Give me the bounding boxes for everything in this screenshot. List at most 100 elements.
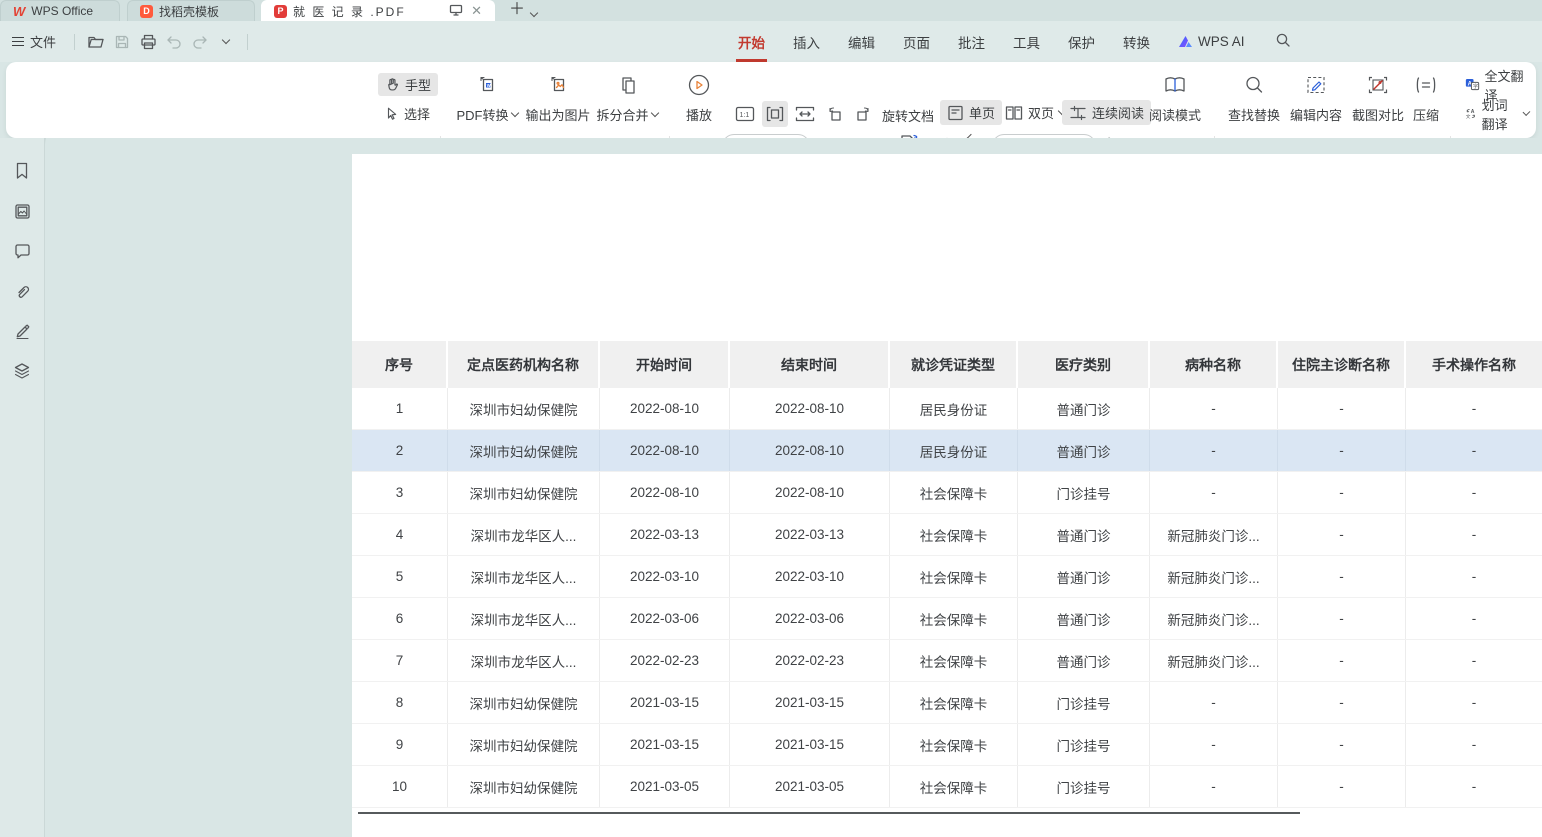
- table-cell: 社会保障卡: [890, 640, 1018, 681]
- column-header: 住院主诊断名称: [1278, 341, 1406, 388]
- menu-tab-wps-ai[interactable]: WPS AI: [1176, 30, 1247, 53]
- cursor-icon: [385, 106, 399, 121]
- compress-button[interactable]: 压缩: [1408, 72, 1444, 124]
- table-cell: 深圳市龙华区人...: [448, 640, 600, 681]
- find-replace-button[interactable]: 查找替换: [1224, 72, 1284, 124]
- table-cell: 新冠肺炎门诊...: [1150, 514, 1278, 555]
- read-mode-button[interactable]: 阅读模式: [1144, 72, 1206, 124]
- thumbnail-icon[interactable]: [11, 200, 33, 222]
- select-tool-label: 选择: [404, 104, 430, 123]
- table-cell: -: [1278, 514, 1406, 555]
- menu-tab-insert[interactable]: 插入: [791, 28, 822, 56]
- play-label: 播放: [686, 105, 712, 124]
- rotate-right-icon[interactable]: [850, 101, 876, 127]
- fit-page-icon[interactable]: [792, 101, 818, 127]
- table-cell: 门诊挂号: [1018, 682, 1150, 723]
- menu-tab-home[interactable]: 开始: [736, 28, 767, 56]
- document-area: 序号定点医药机构名称开始时间结束时间就诊凭证类型医疗类别病种名称住院主诊断名称手…: [46, 138, 1542, 837]
- table-cell: 2021-03-15: [730, 724, 890, 765]
- find-replace-icon: [1244, 72, 1264, 98]
- menu-tab-convert[interactable]: 转换: [1121, 28, 1152, 56]
- edit-content-label: 编辑内容: [1290, 105, 1342, 124]
- rotate-left-icon[interactable]: [822, 101, 848, 127]
- table-bottom-border: [358, 812, 1300, 814]
- table-cell: 2021-03-15: [730, 682, 890, 723]
- layers-icon[interactable]: [11, 360, 33, 382]
- tab-pdf-document[interactable]: P 就 医 记 录 .PDF ✕: [261, 0, 495, 21]
- table-cell: -: [1150, 472, 1278, 513]
- fit-width-icon[interactable]: [762, 101, 788, 127]
- file-menu-label: 文件: [30, 32, 56, 51]
- menu-tab-page[interactable]: 页面: [901, 28, 932, 56]
- monitor-icon[interactable]: [449, 4, 463, 19]
- svg-text:文: 文: [1466, 113, 1471, 120]
- bookmark-icon[interactable]: [11, 160, 33, 182]
- quickbar-more-chevron-icon[interactable]: [213, 30, 239, 54]
- pdf-convert-label: PDF转换: [456, 105, 508, 124]
- table-cell: -: [1278, 472, 1406, 513]
- undo-button[interactable]: [161, 30, 187, 54]
- hand-tool-button[interactable]: 手型: [378, 73, 438, 96]
- table-row: 10深圳市妇幼保健院2021-03-052021-03-05社会保障卡门诊挂号-…: [352, 766, 1542, 808]
- pdf-convert-icon: W: [476, 72, 498, 98]
- tab-wps-office[interactable]: W WPS Office: [0, 0, 120, 21]
- table-cell: -: [1278, 430, 1406, 471]
- rotate-document-label[interactable]: 旋转文档: [882, 106, 934, 125]
- signature-pen-icon[interactable]: [11, 320, 33, 342]
- full-text-translate-button[interactable]: A 字 全文翻译: [1458, 73, 1536, 96]
- table-cell: 社会保障卡: [890, 556, 1018, 597]
- table-cell: 新冠肺炎门诊...: [1150, 556, 1278, 597]
- table-cell: 2021-03-15: [600, 724, 730, 765]
- select-tool-button[interactable]: 选择: [378, 102, 437, 125]
- double-page-button[interactable]: 双页: [998, 100, 1072, 125]
- actual-size-icon[interactable]: 1:1: [732, 101, 758, 127]
- table-cell: 居民身份证: [890, 388, 1018, 429]
- single-page-label: 单页: [969, 103, 995, 122]
- pdf-page: 序号定点医药机构名称开始时间结束时间就诊凭证类型医疗类别病种名称住院主诊断名称手…: [352, 154, 1542, 837]
- table-cell: 普通门诊: [1018, 598, 1150, 639]
- export-image-button[interactable]: 输出为图片: [522, 72, 594, 124]
- word-translate-label: 划词翻译: [1482, 95, 1520, 133]
- comment-icon[interactable]: [11, 240, 33, 262]
- attachment-icon[interactable]: [11, 280, 33, 302]
- table-cell: 普通门诊: [1018, 640, 1150, 681]
- continuous-reading-button[interactable]: 连续阅读: [1062, 100, 1151, 125]
- table-cell: 2021-03-05: [730, 766, 890, 807]
- table-header-row: 序号定点医药机构名称开始时间结束时间就诊凭证类型医疗类别病种名称住院主诊断名称手…: [352, 341, 1542, 388]
- play-button[interactable]: 播放: [678, 72, 720, 124]
- close-tab-icon[interactable]: ✕: [471, 3, 482, 19]
- menu-tab-comment[interactable]: 批注: [956, 28, 987, 56]
- table-row: 4深圳市龙华区人...2022-03-132022-03-13社会保障卡普通门诊…: [352, 514, 1542, 556]
- split-merge-button[interactable]: 拆分合并: [592, 72, 662, 124]
- menu-tab-tools[interactable]: 工具: [1011, 28, 1042, 56]
- table-body: 1深圳市妇幼保健院2022-08-102022-08-10居民身份证普通门诊--…: [352, 388, 1542, 808]
- tab-label: 找稻壳模板: [159, 3, 219, 20]
- table-row: 7深圳市龙华区人...2022-02-232022-02-23社会保障卡普通门诊…: [352, 640, 1542, 682]
- word-translate-button[interactable]: A 文 划词翻译: [1458, 102, 1536, 125]
- save-button[interactable]: [109, 30, 135, 54]
- print-button[interactable]: [135, 30, 161, 54]
- tab-docer-templates[interactable]: D 找稻壳模板: [127, 0, 255, 21]
- single-page-button[interactable]: 单页: [940, 100, 1002, 125]
- table-cell: -: [1278, 388, 1406, 429]
- menu-tab-edit[interactable]: 编辑: [846, 28, 877, 56]
- screenshot-compare-button[interactable]: 截图对比: [1348, 72, 1408, 124]
- pdf-convert-button[interactable]: W PDF转换: [452, 72, 522, 124]
- single-page-icon: [947, 105, 964, 121]
- tab-label: 就 医 记 录 .PDF: [293, 3, 406, 20]
- tab-list-chevron-icon[interactable]: [531, 3, 547, 21]
- edit-content-button[interactable]: 编辑内容: [1286, 72, 1346, 124]
- table-cell: -: [1406, 598, 1542, 639]
- file-menu-button[interactable]: 文件: [0, 32, 66, 51]
- svg-text:A: A: [1471, 109, 1475, 115]
- table-cell: 2022-08-10: [600, 388, 730, 429]
- table-cell: 深圳市妇幼保健院: [448, 766, 600, 807]
- new-tab-button[interactable]: ＋: [495, 0, 531, 21]
- menu-tab-protect[interactable]: 保护: [1066, 28, 1097, 56]
- redo-button[interactable]: [187, 30, 213, 54]
- table-cell: -: [1278, 724, 1406, 765]
- open-file-button[interactable]: [83, 30, 109, 54]
- table-cell: 3: [352, 472, 448, 513]
- table-cell: 2022-03-06: [600, 598, 730, 639]
- search-icon[interactable]: [1275, 32, 1291, 51]
